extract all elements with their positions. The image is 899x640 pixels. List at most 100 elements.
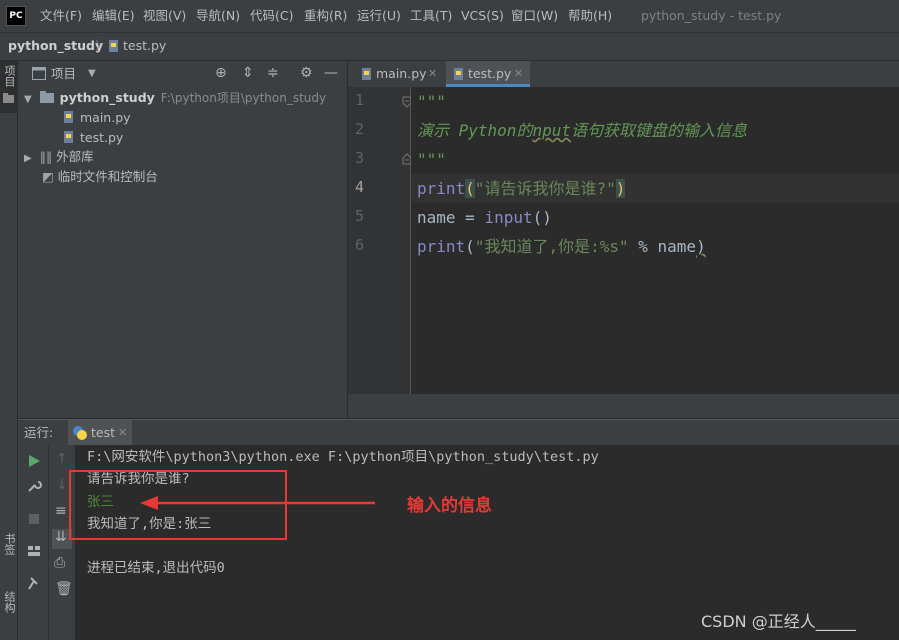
pin-icon[interactable] <box>26 576 42 592</box>
menu-code[interactable]: 代码(C) <box>250 0 293 32</box>
code-line-3: """ <box>417 150 446 169</box>
docstring-text: 语句获取键盘的输入信息 <box>570 121 747 140</box>
run-panel-label: 运行: <box>24 425 54 440</box>
breadcrumb-project[interactable]: python_study <box>8 33 103 59</box>
chevron-right-icon[interactable]: ▶ <box>24 153 32 164</box>
menu-bar: PC 文件(F) 编辑(E) 视图(V) 导航(N) 代码(C) 重构(R) 运… <box>0 0 899 33</box>
project-tree: ▼ python_study F:\python项目\python_study m… <box>18 86 347 418</box>
window-title: python_study - test.py <box>641 8 782 23</box>
breadcrumb: python_study 〉 test.py <box>0 33 899 61</box>
chevron-down-icon[interactable]: ▼ <box>88 61 96 86</box>
tree-scratches[interactable]: ◩ 临时文件和控制台 <box>42 167 158 187</box>
menu-vcs[interactable]: VCS(S) <box>461 0 504 32</box>
tree-file-label: test.py <box>79 130 124 145</box>
tree-scratches-label: 临时文件和控制台 <box>57 169 158 184</box>
project-tool-tab[interactable]: 项目 <box>0 61 17 113</box>
menu-refactor[interactable]: 重构(R) <box>304 0 347 32</box>
layout-icon[interactable] <box>26 543 42 559</box>
run-tab-test[interactable]: test ✕ <box>68 420 132 446</box>
arrow-down-icon[interactable]: ↓ <box>56 477 68 493</box>
wrench-icon[interactable] <box>26 478 42 494</box>
print-icon[interactable]: ⎙ <box>54 555 65 571</box>
tree-file-test[interactable]: test.py <box>62 128 123 148</box>
tree-external-libraries-label: 外部库 <box>56 149 94 164</box>
library-icon: ‖‖ <box>39 149 53 164</box>
hide-panel-icon[interactable]: — <box>324 61 338 86</box>
annotation-arrow <box>140 496 375 510</box>
trash-icon[interactable]: 🗑 <box>55 581 73 597</box>
locate-icon[interactable]: ⊕ <box>215 61 227 86</box>
bookmarks-tool-label[interactable]: 书签 <box>1 533 17 555</box>
left-tool-strip: 项目 书签 结构 <box>0 61 18 640</box>
collapse-all-icon[interactable]: ≑ <box>267 61 279 86</box>
code-text: () <box>532 208 552 227</box>
annotation-label: 输入的信息 <box>407 496 492 516</box>
docstring-typo: nput <box>532 121 571 140</box>
structure-tool-label[interactable]: 结构 <box>1 591 17 613</box>
code-line-6: print("我知道了,你是:%s" % name) <box>417 232 706 261</box>
bracket: ( <box>465 179 475 198</box>
line-number: 3 <box>354 149 364 167</box>
folder-icon <box>39 91 54 103</box>
tree-root-path: F:\python项目\python_study <box>160 91 327 105</box>
menu-tools[interactable]: 工具(T) <box>410 0 452 32</box>
docstring-text: 的 <box>516 121 533 140</box>
bracket: ( <box>465 237 475 256</box>
menu-view[interactable]: 视图(V) <box>143 0 186 32</box>
rerun-icon[interactable] <box>26 453 42 469</box>
scroll-to-end-icon: ⇊ <box>55 529 67 545</box>
run-panel-header: 运行: test ✕ <box>18 419 899 446</box>
arrow-up-icon[interactable]: ↑ <box>56 451 68 467</box>
menu-file[interactable]: 文件(F) <box>40 0 82 32</box>
python-file-icon <box>362 68 371 80</box>
menu-window[interactable]: 窗口(W) <box>511 0 558 32</box>
close-icon[interactable]: ✕ <box>428 61 437 87</box>
tab-label: main.py <box>376 66 427 81</box>
code-line-5: name = input() <box>417 203 552 232</box>
tree-root-name: python_study <box>59 90 155 105</box>
line-number: 5 <box>354 207 364 225</box>
builtin-function: print <box>417 237 466 256</box>
tree-external-libraries[interactable]: ▶ ‖‖ 外部库 <box>24 147 94 167</box>
line-number: 2 <box>354 120 364 138</box>
menu-help[interactable]: 帮助(H) <box>568 0 612 32</box>
tree-root[interactable]: ▼ python_study F:\python项目\python_study <box>24 88 326 108</box>
string-literal: "请告诉我你是谁?" <box>474 179 616 198</box>
bracket: ) <box>615 179 626 198</box>
builtin-function: input <box>484 208 533 227</box>
project-view-icon <box>32 67 46 80</box>
builtin-function: print <box>417 179 466 198</box>
editor-tab-bar: main.py ✕ test.py ✕ <box>348 61 899 88</box>
code-line-4: print("请告诉我你是谁?") <box>417 174 626 203</box>
code-line-2: 演示 Python的nput语句获取键盘的输入信息 <box>417 116 747 145</box>
menu-run[interactable]: 运行(U) <box>357 0 401 32</box>
project-panel-title[interactable]: 项目 <box>51 61 76 86</box>
gear-icon[interactable]: ⚙ <box>300 61 313 86</box>
tab-label: test.py <box>468 66 512 81</box>
editor-bottom-area <box>348 394 899 418</box>
close-icon[interactable]: ✕ <box>514 61 523 87</box>
stop-icon[interactable] <box>26 511 42 527</box>
python-file-icon <box>64 131 73 143</box>
project-panel-header: 项目 ▼ ⊕ ⇕ ≑ ⚙ — <box>18 61 347 87</box>
soft-wrap-icon[interactable]: ≡ <box>55 503 67 519</box>
run-toolbar: ↑ ↓ ≡ ⇊ ⎙ 🗑 <box>18 445 75 640</box>
breadcrumb-file[interactable]: test.py <box>123 33 166 59</box>
string-literal: "我知道了,你是:%s" <box>474 237 629 256</box>
docstring-text: Python <box>458 121 517 140</box>
expand-all-icon[interactable]: ⇕ <box>242 61 254 86</box>
bracket: ) <box>696 237 706 256</box>
chevron-down-icon[interactable]: ▼ <box>24 94 32 105</box>
tab-main-py[interactable]: main.py ✕ <box>354 61 442 87</box>
run-tab-label: test <box>91 425 116 440</box>
tree-file-label: main.py <box>79 110 131 125</box>
close-icon[interactable]: ✕ <box>118 420 127 446</box>
menu-navigate[interactable]: 导航(N) <box>196 0 240 32</box>
python-file-icon <box>64 111 73 123</box>
pycharm-logo-icon: PC <box>6 6 26 26</box>
scratches-icon: ◩ <box>42 169 54 184</box>
tree-file-main[interactable]: main.py <box>62 108 131 128</box>
menu-edit[interactable]: 编辑(E) <box>92 0 135 32</box>
code-editor[interactable]: """ 演示 Python的nput语句获取键盘的输入信息 """ print(… <box>411 87 899 394</box>
tab-test-py[interactable]: test.py ✕ <box>446 61 530 87</box>
